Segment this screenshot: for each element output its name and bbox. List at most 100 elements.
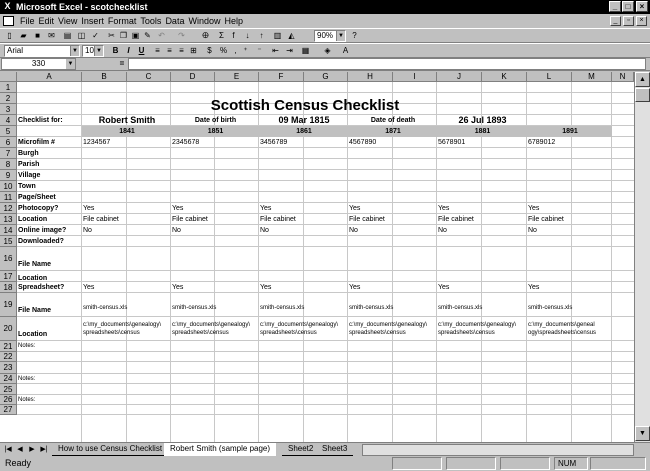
notes-label[interactable]: Notes: [17, 395, 127, 405]
dod-value[interactable]: 26 Jul 1893 [437, 115, 527, 126]
row-header[interactable]: 26 [0, 395, 17, 405]
column-header[interactable]: I [393, 72, 437, 82]
notes-label[interactable]: Notes: [17, 341, 127, 352]
borders-icon[interactable]: ▦ [300, 46, 311, 56]
sheet-title[interactable]: Scottish Census Checklist [82, 95, 527, 117]
autosum-icon[interactable]: Σ [216, 31, 227, 41]
save-icon[interactable]: ■ [32, 31, 43, 41]
checklist-for-label[interactable]: Checklist for: [17, 115, 82, 126]
vertical-scrollbar[interactable]: ▲ ▼ [634, 72, 650, 442]
row-header[interactable]: 22 [0, 352, 17, 362]
path-line[interactable]: spreadsheets\census [171, 329, 259, 338]
row-header[interactable]: 9 [0, 170, 17, 181]
location-value[interactable]: File cabinet [527, 214, 612, 225]
cut-icon[interactable]: ✂ [106, 31, 117, 41]
microfilm-value[interactable]: 2345678 [171, 137, 259, 148]
row-header[interactable]: 21 [0, 341, 17, 352]
path-line[interactable]: spreadsheets\census [437, 329, 527, 338]
print-preview-icon[interactable]: ◫ [76, 31, 87, 41]
row-label[interactable]: Burgh [17, 148, 82, 159]
bold-icon[interactable]: B [110, 46, 121, 56]
dob-label[interactable]: Date of birth [171, 115, 259, 126]
photocopy-value[interactable]: Yes [348, 203, 437, 214]
microfilm-value[interactable]: 5678901 [437, 137, 527, 148]
select-all-corner[interactable] [0, 72, 17, 82]
row-label[interactable]: Location [17, 271, 82, 282]
align-right-icon[interactable]: ≡ [176, 46, 187, 56]
doc-restore-icon[interactable]: ▫ [623, 16, 634, 26]
microfilm-value[interactable]: 4567890 [348, 137, 437, 148]
row-label[interactable]: Microfilm # [17, 137, 82, 148]
open-icon[interactable]: ▰ [18, 31, 29, 41]
file-name-value[interactable]: smith-census.xls [348, 293, 437, 317]
formula-input[interactable] [128, 58, 646, 70]
increase-decimal-icon[interactable]: ⁺ [240, 46, 251, 56]
row-label[interactable]: Downloaded? [17, 236, 82, 247]
year-header[interactable]: 1871 [348, 126, 437, 137]
italic-icon[interactable]: I [123, 46, 134, 56]
notes-label[interactable]: Notes: [17, 374, 127, 384]
undo-icon[interactable]: ↶ [156, 31, 167, 41]
path-line[interactable]: spreadsheets\census [82, 329, 171, 338]
path-line[interactable]: ogy\spreadsheets\census [527, 329, 612, 338]
spreadsheet-grid[interactable]: A B C D E F G H I J K L M N 1 2 3 4 5 6 7 8 9 10 11 12 13 14 15 16 17 1… [0, 72, 650, 442]
row-header[interactable]: 19 [0, 293, 17, 317]
row-label[interactable]: Town [17, 181, 82, 192]
font-size-select[interactable]: 10 ▼ [82, 45, 104, 57]
row-header[interactable]: 10 [0, 181, 17, 192]
online-image-value[interactable]: No [259, 225, 348, 236]
row-header[interactable]: 5 [0, 126, 17, 137]
column-header[interactable]: J [437, 72, 482, 82]
row-header[interactable]: 11 [0, 192, 17, 203]
row-label[interactable]: Page/Sheet [17, 192, 82, 203]
row-label[interactable]: Parish [17, 159, 82, 170]
location-value[interactable]: File cabinet [171, 214, 259, 225]
row-header[interactable]: 7 [0, 148, 17, 159]
person-name[interactable]: Robert Smith [82, 115, 171, 126]
menu-data[interactable]: Data [163, 14, 186, 28]
sort-desc-icon[interactable]: ↑ [256, 31, 267, 41]
chart-wizard-icon[interactable]: ▥ [272, 31, 283, 41]
online-image-value[interactable]: No [437, 225, 527, 236]
year-header[interactable]: 1891 [527, 126, 612, 137]
chevron-down-icon[interactable]: ▼ [94, 46, 103, 56]
align-left-icon[interactable]: ≡ [152, 46, 163, 56]
redo-icon[interactable]: ↷ [176, 31, 187, 41]
menu-tools[interactable]: Tools [138, 14, 163, 28]
new-icon[interactable]: ▯ [4, 31, 15, 41]
scroll-thumb[interactable] [635, 88, 650, 102]
horizontal-scrollbar[interactable] [362, 444, 634, 456]
online-image-value[interactable]: No [348, 225, 437, 236]
tab-robert-smith[interactable]: Robert Smith (sample page) [164, 443, 277, 456]
document-icon[interactable] [3, 16, 14, 26]
email-icon[interactable]: ✉ [46, 31, 57, 41]
doc-close-icon[interactable]: × [636, 16, 647, 26]
year-header[interactable]: 1851 [171, 126, 259, 137]
year-header[interactable]: 1861 [259, 126, 348, 137]
row-header[interactable]: 8 [0, 159, 17, 170]
dob-value[interactable]: 09 Mar 1815 [259, 115, 348, 126]
row-label[interactable]: File Name [17, 293, 82, 317]
decrease-decimal-icon[interactable]: ⁻ [254, 46, 265, 56]
chevron-down-icon[interactable]: ▼ [70, 46, 79, 56]
column-header[interactable]: N [612, 72, 634, 82]
row-label[interactable]: Location [17, 214, 82, 225]
column-header[interactable]: M [572, 72, 612, 82]
menu-edit[interactable]: Edit [37, 14, 57, 28]
location-value[interactable]: File cabinet [437, 214, 527, 225]
row-header[interactable]: 17 [0, 271, 17, 282]
location-value[interactable]: File cabinet [259, 214, 348, 225]
decrease-indent-icon[interactable]: ⇤ [270, 46, 281, 56]
row-header[interactable]: 20 [0, 317, 17, 341]
row-header[interactable]: 6 [0, 137, 17, 148]
maximize-icon[interactable]: □ [622, 1, 634, 12]
file-name-value[interactable]: smith-census.xls [259, 293, 348, 317]
spreadsheet-value[interactable]: Yes [527, 282, 612, 293]
photocopy-value[interactable]: Yes [259, 203, 348, 214]
row-header[interactable]: 25 [0, 384, 17, 395]
spreadsheet-value[interactable]: Yes [171, 282, 259, 293]
row-header[interactable]: 3 [0, 104, 17, 115]
spreadsheet-value[interactable]: Yes [348, 282, 437, 293]
row-label[interactable]: Spreadsheet? [17, 282, 82, 293]
sort-asc-icon[interactable]: ↓ [242, 31, 253, 41]
